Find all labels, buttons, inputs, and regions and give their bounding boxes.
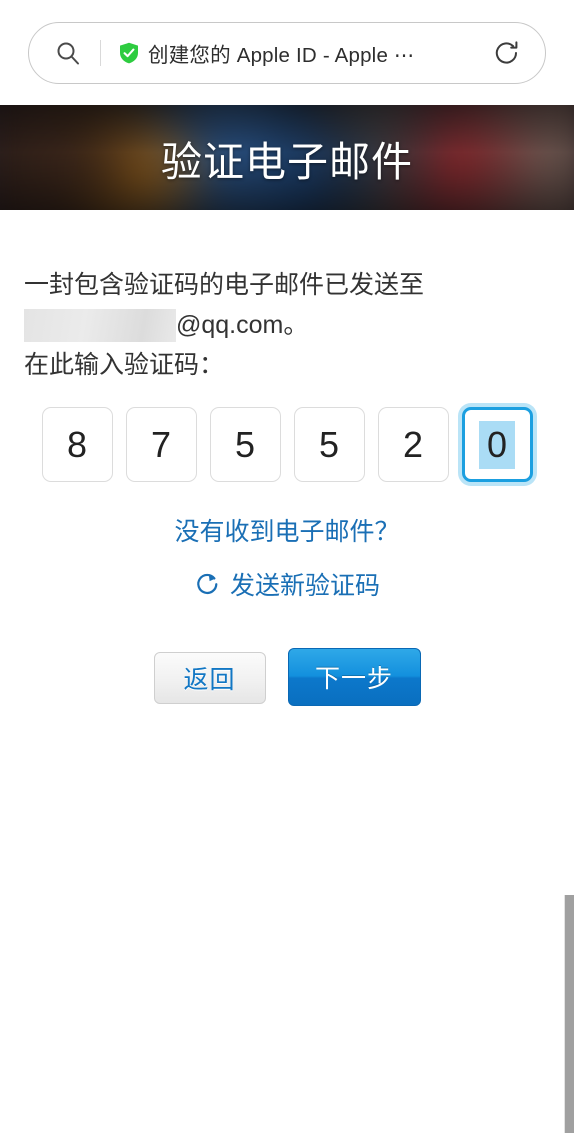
code-digit-box-6[interactable]: 0	[461, 407, 533, 482]
page-scrollbar-track[interactable]	[564, 105, 574, 1133]
resend-code-label: 发送新验证码	[229, 572, 380, 600]
code-digit-value: 0	[478, 420, 516, 469]
page-hero-banner: 验证电子邮件	[0, 105, 574, 210]
code-digit-box-4[interactable]: 5	[293, 407, 365, 482]
instructions-line-2: @qq.com。	[24, 305, 550, 345]
code-digit-box-3[interactable]: 5	[209, 407, 281, 482]
tab-title: 创建您的 Apple ID - Apple ⋯	[148, 44, 415, 67]
next-button[interactable]: 下一步	[287, 648, 421, 706]
shield-check-icon	[119, 42, 139, 64]
form-actions: 返回 下一步	[0, 648, 574, 706]
code-digit-value: 7	[150, 423, 172, 465]
code-digit-value: 2	[402, 423, 424, 465]
back-button[interactable]: 返回	[153, 652, 266, 704]
address-bar[interactable]: 创建您的 Apple ID - Apple ⋯	[28, 22, 546, 84]
search-icon[interactable]	[55, 40, 81, 66]
reload-icon[interactable]	[493, 39, 521, 67]
code-digit-box-1[interactable]: 8	[41, 407, 113, 482]
code-digit-value: 5	[318, 423, 340, 465]
help-links: 没有收到电子邮件？ 发送新验证码	[0, 512, 574, 602]
page-content: 一封包含验证码的电子邮件已发送至 @qq.com。 在此输入验证码： 8 7 5…	[0, 210, 574, 706]
code-digit-box-5[interactable]: 2	[377, 407, 449, 482]
resend-code-link[interactable]: 发送新验证码	[0, 566, 574, 602]
code-digit-value: 5	[234, 423, 256, 465]
code-digit-box-2[interactable]: 7	[125, 407, 197, 482]
email-domain: @qq.com。	[176, 311, 309, 339]
browser-chrome: 创建您的 Apple ID - Apple ⋯	[0, 0, 574, 105]
refresh-icon	[194, 571, 221, 598]
page-scrollbar-thumb[interactable]	[564, 895, 574, 1133]
instructions-line-3: 在此输入验证码：	[24, 351, 225, 379]
redacted-email-local-part	[24, 308, 176, 342]
verification-code-input-group[interactable]: 8 7 5 5 2 0	[0, 407, 574, 482]
instructions-line-1: 一封包含验证码的电子邮件已发送至	[24, 271, 425, 299]
omnibox-divider	[100, 40, 101, 66]
page-title: 验证电子邮件	[161, 138, 413, 185]
no-email-link[interactable]: 没有收到电子邮件？	[0, 512, 574, 548]
code-digit-value: 8	[66, 423, 88, 465]
instructions-block: 一封包含验证码的电子邮件已发送至 @qq.com。 在此输入验证码：	[0, 265, 574, 385]
